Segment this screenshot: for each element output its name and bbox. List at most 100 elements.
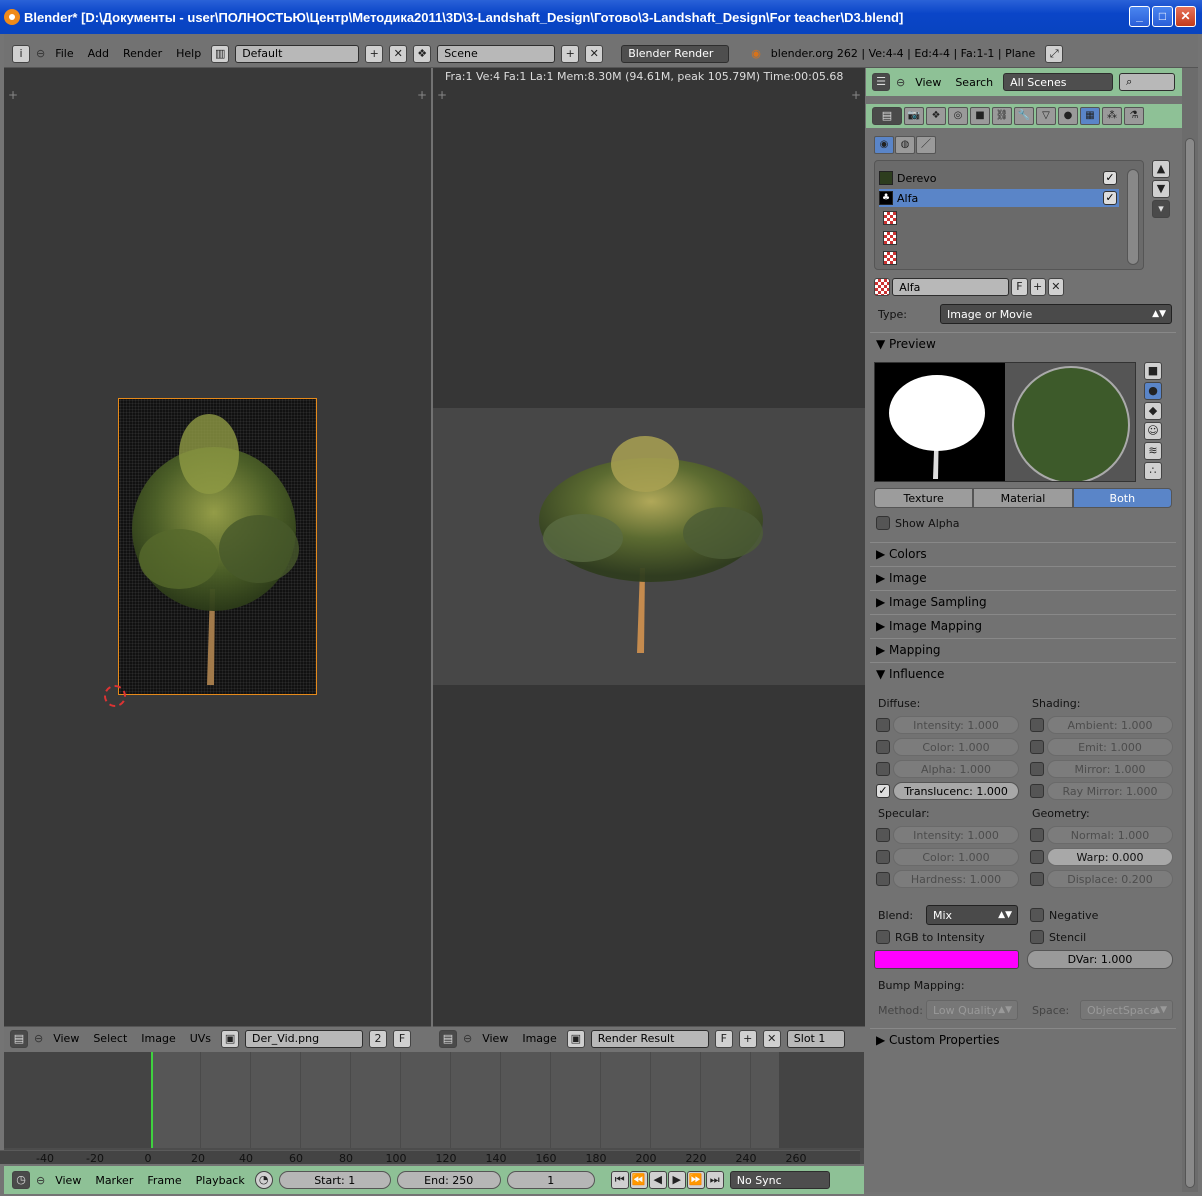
remove-scene-icon[interactable]: ✕: [585, 44, 604, 63]
outliner-filter-dropdown[interactable]: All Scenes: [1003, 73, 1114, 91]
hardness-checkbox[interactable]: [876, 872, 890, 886]
preview-cube-icon[interactable]: ◆: [1144, 402, 1162, 420]
list-item[interactable]: Derevo ✓: [879, 169, 1119, 187]
sync-mode-dropdown[interactable]: No Sync: [729, 1171, 830, 1189]
image-users-count[interactable]: 2: [369, 1029, 388, 1048]
render-image-name-field[interactable]: Render Result: [590, 1029, 709, 1048]
ambient-checkbox[interactable]: [1030, 718, 1044, 732]
custom-properties-panel-header[interactable]: ▶ Custom Properties: [870, 1028, 1176, 1050]
preview-spheres-icon[interactable]: ∴: [1144, 462, 1162, 480]
outliner-editor-icon[interactable]: ☰: [872, 73, 890, 91]
texture-fake-user-button[interactable]: F: [1011, 278, 1028, 296]
collapse-icon[interactable]: ⊖: [34, 1032, 43, 1045]
render-slot-dropdown[interactable]: Slot 1: [786, 1029, 845, 1048]
specular-intensity-slider[interactable]: Intensity: 1.000: [893, 826, 1019, 844]
record-icon[interactable]: ◔: [254, 1171, 273, 1189]
render-menu-view[interactable]: View: [478, 1032, 512, 1045]
remove-image-icon[interactable]: ✕: [762, 1029, 781, 1048]
brush-texture-icon[interactable]: ／: [916, 136, 936, 154]
displace-checkbox[interactable]: [1030, 872, 1044, 886]
ray-mirror-checkbox[interactable]: [1030, 784, 1044, 798]
preview-monkey-icon[interactable]: ☺: [1144, 422, 1162, 440]
minimize-button[interactable]: _: [1129, 6, 1150, 27]
ambient-slider[interactable]: Ambient: 1.000: [1047, 716, 1173, 734]
properties-scrollbar[interactable]: [1182, 68, 1198, 1192]
uv-menu-image[interactable]: Image: [137, 1032, 179, 1045]
diffuse-color-slider[interactable]: Color: 1.000: [893, 738, 1019, 756]
close-button[interactable]: ✕: [1175, 6, 1196, 27]
preview-panel-header[interactable]: ▼ Preview: [870, 332, 1176, 354]
material-tab-icon[interactable]: ●: [1058, 107, 1078, 125]
collapse-icon[interactable]: ⊖: [36, 47, 45, 60]
2d-cursor-icon[interactable]: [104, 685, 126, 707]
preview-hair-icon[interactable]: ≋: [1144, 442, 1162, 460]
start-frame-field[interactable]: Start: 1: [278, 1171, 391, 1189]
constraints-tab-icon[interactable]: ⛓: [992, 107, 1012, 125]
slot-enabled-checkbox[interactable]: ✓: [1103, 191, 1117, 205]
timeline-menu-frame[interactable]: Frame: [143, 1174, 185, 1187]
warp-slider[interactable]: Warp: 0.000: [1047, 848, 1173, 866]
next-keyframe-icon[interactable]: ⏩: [686, 1171, 705, 1189]
corner-plus-icon[interactable]: +: [417, 88, 427, 102]
timeline-menu-playback[interactable]: Playback: [192, 1174, 249, 1187]
show-alpha-checkbox[interactable]: [876, 516, 890, 530]
image-browse-icon[interactable]: ▣: [566, 1029, 585, 1048]
object-tab-icon[interactable]: ■: [970, 107, 990, 125]
emit-slider[interactable]: Emit: 1.000: [1047, 738, 1173, 756]
uv-image-tree[interactable]: [118, 398, 317, 695]
corner-plus-icon[interactable]: +: [437, 88, 447, 102]
bump-space-dropdown[interactable]: ObjectSpace ▲▼: [1080, 1000, 1173, 1020]
empty-slot-icon[interactable]: [883, 251, 897, 265]
image-browse-icon[interactable]: ▣: [221, 1029, 240, 1048]
image-sampling-panel-header[interactable]: ▶ Image Sampling: [870, 590, 1176, 612]
normal-slider[interactable]: Normal: 1.000: [1047, 826, 1173, 844]
translucency-slider[interactable]: Translucenc: 1.000: [893, 782, 1019, 800]
collapse-icon[interactable]: ⊖: [463, 1032, 472, 1045]
editor-type-icon[interactable]: ▤: [10, 1029, 28, 1048]
timeline-ruler[interactable]: -40 -20 0 20 40 60 80 100 120 140 160 18…: [0, 1150, 860, 1165]
preview-tab-texture[interactable]: Texture: [874, 488, 974, 508]
current-frame-line[interactable]: [151, 1052, 153, 1148]
preview-flat-icon[interactable]: ■: [1144, 362, 1162, 380]
timeline-editor-icon[interactable]: ◷: [12, 1171, 30, 1189]
layout-icon[interactable]: ▥: [211, 44, 230, 63]
preview-tab-both[interactable]: Both: [1072, 488, 1172, 508]
material-texture-icon[interactable]: ◉: [874, 136, 894, 154]
preview-tab-material[interactable]: Material: [973, 488, 1073, 508]
image-fake-user-button[interactable]: F: [393, 1029, 412, 1048]
mirror-checkbox[interactable]: [1030, 762, 1044, 776]
render-result-view[interactable]: Fra:1 Ve:4 Fa:1 La:1 Mem:8.30M (94.61M, …: [433, 68, 865, 1026]
timeline-area[interactable]: [4, 1052, 864, 1164]
colors-panel-header[interactable]: ▶ Colors: [870, 542, 1176, 564]
mapping-panel-header[interactable]: ▶ Mapping: [870, 638, 1176, 660]
menu-add[interactable]: Add: [84, 47, 113, 60]
physics-tab-icon[interactable]: ⚗: [1124, 107, 1144, 125]
move-up-icon[interactable]: ▲: [1152, 160, 1170, 178]
texture-type-dropdown[interactable]: Image or Movie ▲▼: [940, 304, 1172, 324]
image-panel-header[interactable]: ▶ Image: [870, 566, 1176, 588]
specular-color-slider[interactable]: Color: 1.000: [893, 848, 1019, 866]
menu-file[interactable]: File: [51, 47, 77, 60]
diffuse-intensity-slider[interactable]: Intensity: 1.000: [893, 716, 1019, 734]
timeline-menu-marker[interactable]: Marker: [91, 1174, 137, 1187]
uv-menu-select[interactable]: Select: [89, 1032, 131, 1045]
empty-slot-icon[interactable]: [883, 211, 897, 225]
specular-color-checkbox[interactable]: [876, 850, 890, 864]
data-tab-icon[interactable]: ▽: [1036, 107, 1056, 125]
translucency-checkbox[interactable]: ✓: [876, 784, 890, 798]
add-layout-icon[interactable]: +: [365, 44, 384, 63]
image-mapping-panel-header[interactable]: ▶ Image Mapping: [870, 614, 1176, 636]
mirror-slider[interactable]: Mirror: 1.000: [1047, 760, 1173, 778]
displace-slider[interactable]: Displace: 0.200: [1047, 870, 1173, 888]
uv-menu-view[interactable]: View: [49, 1032, 83, 1045]
list-item[interactable]: ♣ Alfa ✓: [879, 189, 1119, 207]
modifiers-tab-icon[interactable]: 🔧: [1014, 107, 1034, 125]
info-editor-type-icon[interactable]: i: [12, 44, 30, 63]
specular-intensity-checkbox[interactable]: [876, 828, 890, 842]
texture-tab-icon[interactable]: ▦: [1080, 107, 1100, 125]
texture-add-icon[interactable]: +: [1029, 278, 1046, 296]
end-frame-field[interactable]: End: 250: [396, 1171, 501, 1189]
scene-icon[interactable]: ❖: [413, 44, 432, 63]
play-icon[interactable]: ▶: [667, 1171, 686, 1189]
world-texture-icon[interactable]: ◍: [895, 136, 915, 154]
